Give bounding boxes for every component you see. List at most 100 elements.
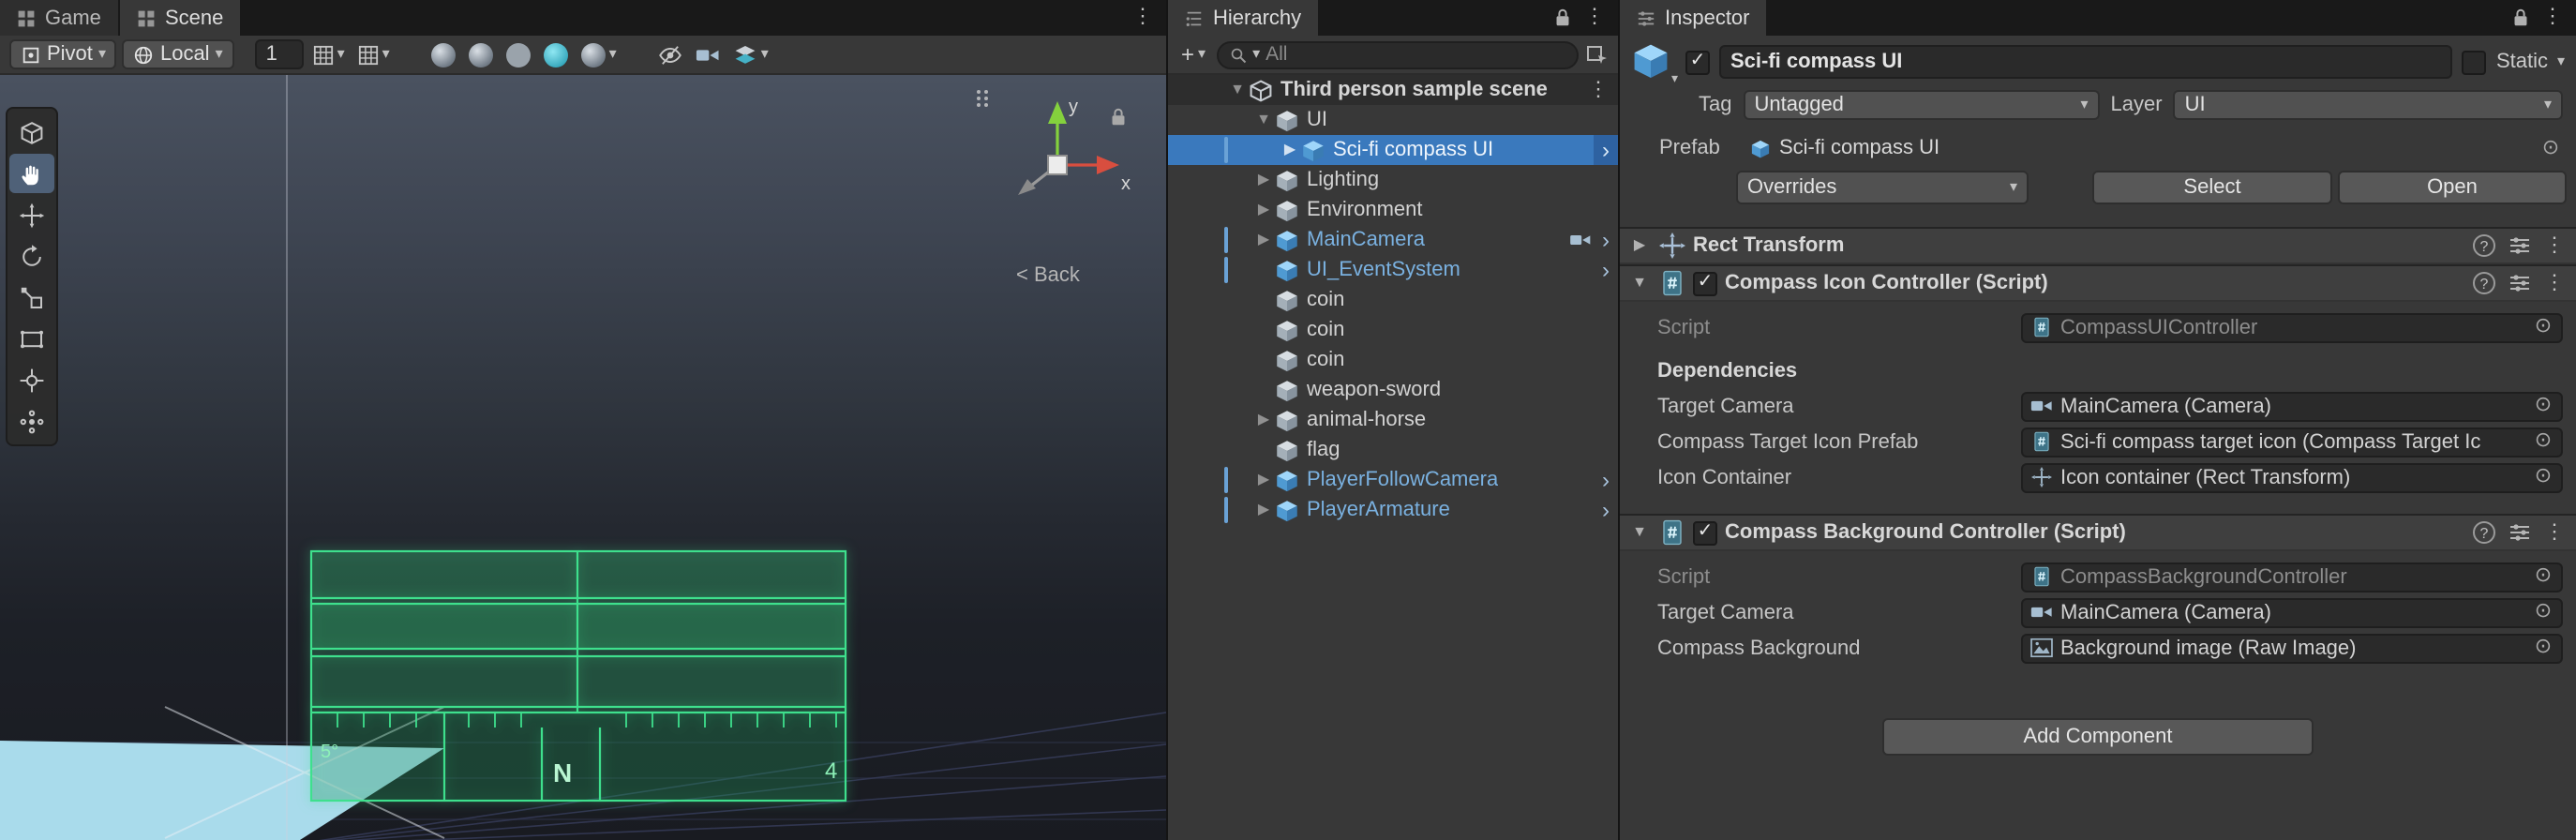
fold-icon[interactable]: ▼	[1627, 275, 1652, 291]
prefab-open-chevron[interactable]: ›	[1594, 135, 1618, 165]
prefab-open-chevron[interactable]: ›	[1594, 495, 1618, 525]
back-button[interactable]: < Back	[1016, 264, 1080, 287]
rect-tool-button[interactable]	[9, 319, 54, 358]
pivot-toggle-button[interactable]: Pivot ▾	[9, 39, 117, 69]
kebab-menu-icon[interactable]: ⋮	[1588, 79, 1618, 100]
snap-settings-button[interactable]: ▾	[354, 39, 394, 69]
gizmo-x-cone[interactable]	[1097, 156, 1119, 174]
kebab-menu-icon[interactable]: ⋮	[2542, 7, 2563, 28]
layers-dropdown-button[interactable]: ▾	[729, 39, 772, 69]
help-icon[interactable]: ?	[2473, 521, 2495, 544]
component-enabled-checkbox[interactable]: ✓	[1693, 520, 1717, 545]
expand-toggle-icon[interactable]: ▶	[1252, 502, 1275, 518]
overrides-dropdown[interactable]: Overrides ▾	[1736, 171, 2029, 204]
help-icon[interactable]: ?	[2473, 234, 2495, 257]
fold-icon[interactable]: ▶	[1627, 237, 1652, 253]
static-checkbox[interactable]	[2462, 50, 2487, 74]
add-component-button[interactable]: Add Component	[1882, 718, 2314, 756]
select-button[interactable]: Select	[2092, 171, 2332, 204]
layer-dropdown[interactable]: UI ▾	[2173, 90, 2563, 120]
prefab-open-chevron[interactable]: ›	[1594, 255, 1618, 285]
gizmo-lock-icon[interactable]	[1110, 107, 1127, 128]
object-picker-icon[interactable]: ⊙	[2531, 565, 2555, 587]
scene-gizmo[interactable]: y x	[973, 81, 1142, 249]
expand-toggle-icon[interactable]: ▶	[1252, 472, 1275, 488]
view-tool-button[interactable]	[9, 112, 54, 152]
script-field[interactable]: CompassBackgroundController ⊙	[2021, 562, 2563, 592]
rotate-tool-button[interactable]	[9, 236, 54, 276]
audio-toggle-button[interactable]	[502, 39, 534, 69]
hand-tool-button[interactable]	[9, 154, 54, 193]
compass-background-controller-header[interactable]: ▼ ✓ Compass Background Controller (Scrip…	[1620, 514, 2576, 551]
tag-dropdown[interactable]: Untagged ▾	[1743, 90, 2100, 120]
tab-scene[interactable]: Scene	[119, 0, 241, 36]
compass-target-icon-prefab-field[interactable]: Sci-fi compass target icon (Compass Targ…	[2021, 427, 2563, 457]
expand-toggle-icon[interactable]: ▶	[1279, 142, 1301, 158]
compass-icon-controller-header[interactable]: ▼ ✓ Compass Icon Controller (Script) ? ⋮	[1620, 264, 2576, 302]
gizmo-z-cone[interactable]	[1018, 179, 1036, 195]
kebab-menu-icon[interactable]: ⋮	[1584, 7, 1605, 28]
create-object-button[interactable]: + ▾	[1177, 41, 1209, 68]
prefab-open-chevron[interactable]: ›	[1594, 465, 1618, 495]
static-caret-icon[interactable]: ▾	[2557, 53, 2565, 69]
tab-hierarchy[interactable]: Hierarchy	[1168, 0, 1319, 36]
icon-container-field[interactable]: Icon container (Rect Transform) ⊙	[2021, 462, 2563, 492]
hierarchy-row-ui-eventsystem[interactable]: UI_EventSystem ›	[1168, 255, 1618, 285]
hierarchy-row-maincamera[interactable]: ▶ MainCamera ›	[1168, 225, 1618, 255]
hierarchy-row-weapon-sword[interactable]: weapon-sword	[1168, 375, 1618, 405]
overlay-menu-icon[interactable]	[975, 88, 990, 109]
expand-toggle-icon[interactable]: ▼	[1226, 82, 1249, 98]
scale-tool-button[interactable]	[9, 278, 54, 317]
active-checkbox[interactable]: ✓	[1685, 50, 1710, 74]
presets-icon[interactable]	[2509, 521, 2531, 544]
transform-tool-button[interactable]	[9, 360, 54, 399]
kebab-menu-icon[interactable]: ⋮	[1132, 7, 1153, 28]
hierarchy-row-playerarmature[interactable]: ▶ PlayerArmature ›	[1168, 495, 1618, 525]
hierarchy-row-scene[interactable]: ▼ Third person sample scene ⋮	[1168, 75, 1618, 105]
lighting-toggle-button[interactable]	[465, 39, 497, 69]
hierarchy-row-coin-1[interactable]: coin	[1168, 285, 1618, 315]
hierarchy-row-coin-3[interactable]: coin	[1168, 345, 1618, 375]
hierarchy-row-ui[interactable]: ▼ UI	[1168, 105, 1618, 135]
target-camera-field[interactable]: MainCamera (Camera) ⊙	[2021, 597, 2563, 627]
gizmo-center-cube[interactable]	[1047, 155, 1068, 175]
target-camera-field[interactable]: MainCamera (Camera) ⊙	[2021, 391, 2563, 421]
hierarchy-row-environment[interactable]: ▶ Environment	[1168, 195, 1618, 225]
prefab-picker-icon[interactable]: ⊙	[2539, 137, 2563, 158]
compass-background-field[interactable]: Background image (Raw Image) ⊙	[2021, 633, 2563, 663]
expand-toggle-icon[interactable]: ▼	[1252, 112, 1275, 128]
object-picker-icon[interactable]: ⊙	[2531, 601, 2555, 622]
rect-transform-header[interactable]: ▶ Rect Transform ? ⋮	[1620, 227, 2576, 264]
tab-inspector[interactable]: Inspector	[1620, 0, 1767, 36]
scene-visibility-button[interactable]	[654, 39, 686, 69]
hierarchy-row-lighting[interactable]: ▶ Lighting	[1168, 165, 1618, 195]
hierarchy-row-animal-horse[interactable]: ▶ animal-horse	[1168, 405, 1618, 435]
presets-icon[interactable]	[2509, 234, 2531, 257]
expand-toggle-icon[interactable]: ▶	[1252, 232, 1275, 248]
presets-icon[interactable]	[2509, 272, 2531, 294]
object-picker-icon[interactable]: ⊙	[2531, 430, 2555, 452]
effects-toggle-button[interactable]	[540, 39, 572, 69]
object-picker-icon[interactable]: ⊙	[2531, 316, 2555, 338]
expand-toggle-icon[interactable]: ▶	[1252, 172, 1275, 188]
expand-toggle-icon[interactable]: ▶	[1252, 412, 1275, 428]
hierarchy-row-coin-2[interactable]: coin	[1168, 315, 1618, 345]
expand-toggle-icon[interactable]: ▶	[1252, 202, 1275, 218]
shading-mode-button[interactable]	[427, 39, 459, 69]
scene-camera-button[interactable]	[692, 39, 724, 69]
kebab-menu-icon[interactable]: ⋮	[2544, 272, 2565, 293]
object-picker-icon[interactable]: ⊙	[2531, 466, 2555, 488]
scene-viewport[interactable]: 5° N 4 y x < Back	[0, 75, 1166, 840]
component-enabled-checkbox[interactable]: ✓	[1693, 271, 1717, 295]
grid-snap-button[interactable]: ▾	[309, 39, 349, 69]
hierarchy-row-sci-fi-compass-ui[interactable]: ▶ Sci-fi compass UI ›	[1168, 135, 1618, 165]
custom-tool-button[interactable]	[9, 401, 54, 441]
kebab-menu-icon[interactable]: ⋮	[2544, 234, 2565, 256]
picker-window-icon[interactable]	[1586, 43, 1609, 66]
fold-icon[interactable]: ▼	[1627, 524, 1652, 540]
hierarchy-search[interactable]: ▾	[1217, 40, 1579, 68]
gizmo-y-cone[interactable]	[1048, 101, 1067, 124]
kebab-menu-icon[interactable]: ⋮	[2544, 521, 2565, 543]
search-input[interactable]	[1266, 43, 1565, 66]
scene-fx-dropdown-button[interactable]: ▾	[577, 39, 621, 69]
